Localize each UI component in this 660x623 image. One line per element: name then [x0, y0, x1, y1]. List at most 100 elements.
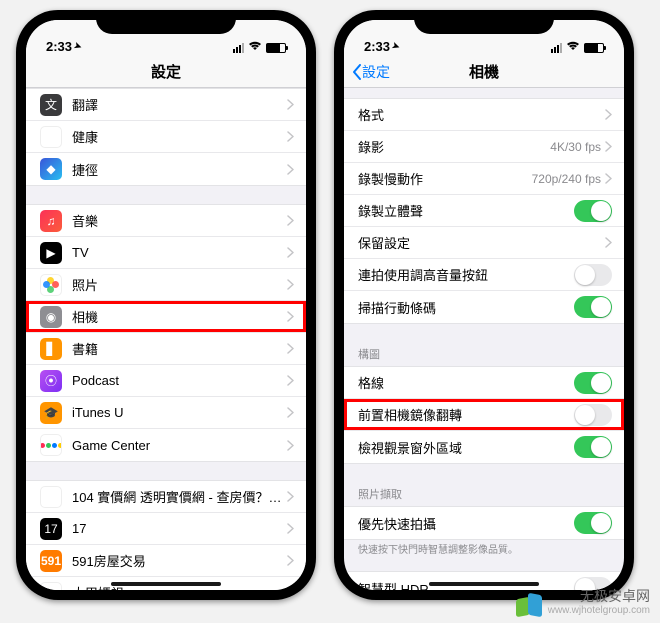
toggle-switch[interactable] [574, 296, 612, 318]
row-label: 17 [72, 521, 287, 536]
camera-icon: ◉ [40, 306, 62, 328]
104-icon: 透明 [40, 486, 62, 508]
signal-icon [233, 43, 244, 53]
settings-row-mirror[interactable]: 前置相機鏡像翻轉 [344, 399, 624, 431]
battery-icon [266, 43, 286, 53]
row-label: 591房屋交易 [72, 551, 287, 570]
row-label: 錄製立體聲 [358, 201, 574, 220]
settings-row-music[interactable]: ♫ 音樂 [26, 205, 306, 237]
row-label: 格式 [358, 105, 605, 124]
settings-row-scanQR[interactable]: 掃描行動條碼 [344, 291, 624, 323]
toggle-switch[interactable] [574, 264, 612, 286]
row-label: 相機 [72, 307, 287, 326]
shortcut-icon: ◆ [40, 158, 62, 180]
chevron-right-icon [287, 491, 294, 502]
toggle-switch[interactable] [574, 404, 612, 426]
group-header-composition: 構圖 [344, 342, 624, 366]
row-label: TV [72, 245, 287, 260]
settings-row-outside[interactable]: 檢視觀景窗外區域 [344, 431, 624, 463]
chevron-right-icon [287, 440, 294, 451]
home-indicator[interactable] [111, 582, 221, 586]
row-label: Podcast [72, 373, 287, 388]
settings-row-health[interactable]: ♥健康 [26, 121, 306, 153]
row-detail: 4K/30 fps [550, 140, 601, 154]
wifi-icon [248, 41, 262, 54]
settings-row-gamecenter[interactable]: Game Center [26, 429, 306, 461]
chevron-right-icon [287, 555, 294, 566]
nav-bar: 設定 相機 [344, 56, 624, 88]
row-label: 健康 [72, 127, 287, 146]
nav-bar: 設定 [26, 56, 306, 88]
music-icon: ♫ [40, 210, 62, 232]
settings-row-itunesu[interactable]: 🎓 iTunes U [26, 397, 306, 429]
tv-icon: ▶ [40, 242, 62, 264]
settings-row-formats[interactable]: 格式 [344, 99, 624, 131]
settings-row-shortcut[interactable]: ◆ 捷徑 [26, 153, 306, 185]
phone-right: 2:33 ➤ 設定 相機 格式錄影4K/30 fps錄製慢動作7 [334, 10, 634, 600]
books-icon: ▋ [40, 338, 62, 360]
chevron-right-icon [605, 173, 612, 184]
chevron-right-icon [287, 523, 294, 534]
row-label: iTunes U [72, 405, 287, 420]
chevron-right-icon [287, 99, 294, 110]
battery-icon [584, 43, 604, 53]
row-label: 104 實價網 透明實價網 - 查房價？實… [72, 487, 287, 506]
itunesu-icon: 🎓 [40, 402, 62, 424]
back-button[interactable]: 設定 [352, 62, 390, 82]
row-label: 音樂 [72, 211, 287, 230]
settings-row-translate[interactable]: 文翻譯 [26, 89, 306, 121]
toggle-switch[interactable] [574, 372, 612, 394]
gamecenter-icon [40, 434, 62, 456]
settings-row-preserve[interactable]: 保留設定 [344, 227, 624, 259]
settings-row-grid[interactable]: 格線 [344, 367, 624, 399]
signal-icon [551, 43, 562, 53]
591-icon: 591 [40, 550, 62, 572]
group-header-capture: 照片擷取 [344, 482, 624, 506]
chevron-right-icon [287, 247, 294, 258]
back-label: 設定 [362, 62, 390, 82]
settings-row-books[interactable]: ▋書籍 [26, 333, 306, 365]
settings-row-17[interactable]: 1717 [26, 513, 306, 545]
row-label: 優先快速拍攝 [358, 514, 574, 533]
chevron-right-icon [605, 109, 612, 120]
home-indicator[interactable] [429, 582, 539, 586]
settings-row-591[interactable]: 591 591房屋交易 [26, 545, 306, 577]
nav-title: 設定 [151, 61, 181, 82]
row-label: 格線 [358, 373, 574, 392]
settings-row-stereo[interactable]: 錄製立體聲 [344, 195, 624, 227]
row-label: 錄影 [358, 137, 550, 156]
settings-row-photos[interactable]: 照片 [26, 269, 306, 301]
chevron-right-icon [287, 343, 294, 354]
settings-row-podcast[interactable]: ⦿ Podcast [26, 365, 306, 397]
djmz-icon: 卍 [40, 582, 62, 591]
chevron-right-icon [287, 587, 294, 590]
row-label: 錄製慢動作 [358, 169, 532, 188]
settings-row-burstVol[interactable]: 連拍使用調高音量按鈕 [344, 259, 624, 291]
chevron-right-icon [287, 407, 294, 418]
settings-list[interactable]: 文翻譯♥健康 ◆ 捷徑 ♫ 音樂 ▶ TV 照片 ◉ 相機 ▋書籍 ⦿ Podcast 🎓 iTunes U… [26, 88, 306, 590]
row-label: 保留設定 [358, 233, 605, 252]
watermark-name: 无极安卓网 [548, 588, 650, 605]
row-label: Game Center [72, 438, 287, 453]
phone-left: 2:33 ➤ 設定 文翻譯♥健康◆捷徑♫音樂▶TV照片◉相機▋書籍⦿Podcas… [16, 10, 316, 600]
wifi-icon [566, 41, 580, 54]
podcast-icon: ⦿ [40, 370, 62, 392]
row-label: 連拍使用調高音量按鈕 [358, 265, 574, 284]
toggle-switch[interactable] [574, 436, 612, 458]
settings-row-104[interactable]: 透明 104 實價網 透明實價網 - 查房價？實… [26, 481, 306, 513]
settings-row-slomo[interactable]: 錄製慢動作720p/240 fps [344, 163, 624, 195]
toggle-switch[interactable] [574, 512, 612, 534]
location-icon: ➤ [72, 40, 83, 53]
chevron-right-icon [287, 311, 294, 322]
chevron-right-icon [605, 141, 612, 152]
chevron-right-icon [287, 279, 294, 290]
settings-row-video[interactable]: 錄影4K/30 fps [344, 131, 624, 163]
settings-row-fastshot[interactable]: 優先快速拍攝 [344, 507, 624, 539]
watermark: 无极安卓网 www.wjhotelgroup.com [516, 588, 650, 617]
row-label: 翻譯 [72, 95, 287, 114]
settings-row-tv[interactable]: ▶ TV [26, 237, 306, 269]
camera-settings-list[interactable]: 格式錄影4K/30 fps錄製慢動作720p/240 fps錄製立體聲保留設定連… [344, 88, 624, 590]
toggle-switch[interactable] [574, 200, 612, 222]
row-label: 捷徑 [72, 160, 287, 179]
settings-row-camera[interactable]: ◉ 相機 [26, 301, 306, 333]
